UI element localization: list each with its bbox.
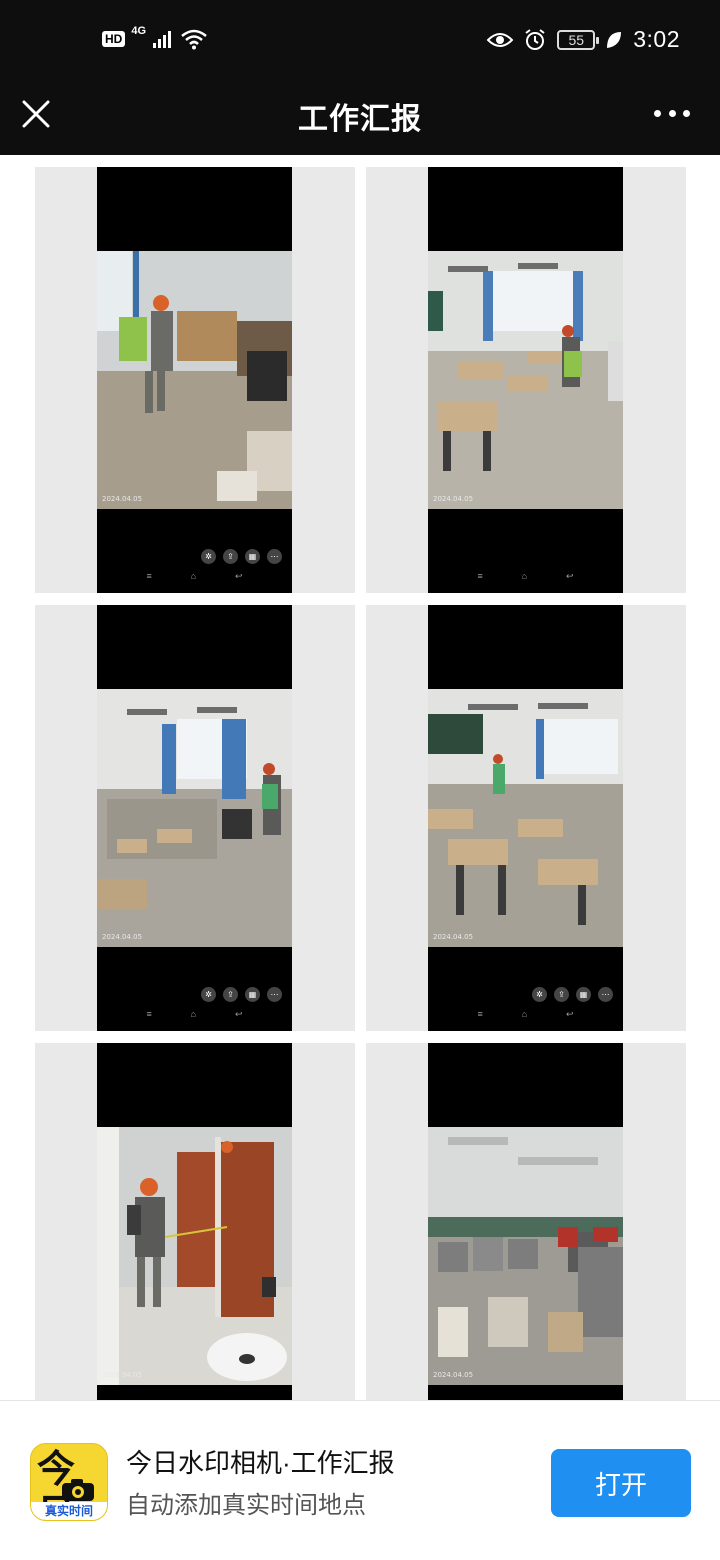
app-promo-banner: 今日 真实时间 今日水印相机·工作汇报 自动添加真实时间地点 打开 <box>0 1400 720 1560</box>
photo-card-4[interactable]: 2024.04.05 ✲ ⇪ ▦ ⋯ ≡ ⌂ ↩ <box>366 605 686 1031</box>
home-icon: ⌂ <box>190 571 197 581</box>
photo-date: 2024.04.05 <box>433 495 474 503</box>
share-icon[interactable]: ⇪ <box>554 987 569 1002</box>
more-dots-icon[interactable]: ⋯ <box>267 549 282 564</box>
system-nav: ≡ ⌂ ↩ <box>97 1009 292 1020</box>
home-icon: ⌂ <box>190 1009 197 1019</box>
edit-icon[interactable]: ✲ <box>201 549 216 564</box>
app-description: 自动添加真实时间地点 <box>126 1492 366 1519</box>
phone-screenshot: 2024.04.05 ≡ ⌂ ↩ <box>428 167 623 593</box>
grid-icon[interactable]: ▦ <box>576 987 591 1002</box>
viewer-toolbar: ✲ ⇪ ▦ ⋯ <box>201 987 282 1002</box>
back-icon: ↩ <box>234 571 243 581</box>
phone-screenshot: 2024.04.05 ✲ ⇪ ▦ ⋯ ≡ ⌂ ↩ <box>428 605 623 1031</box>
system-nav: ≡ ⌂ ↩ <box>428 571 623 582</box>
status-left: HD 4G <box>102 24 208 50</box>
photo-date: 2024.04.05 <box>102 933 143 941</box>
menu-icon: ≡ <box>146 1009 152 1019</box>
edit-icon[interactable]: ✲ <box>532 987 547 1002</box>
hd-badge: HD <box>102 31 126 47</box>
photo-date: 2024.04.05 <box>102 1371 143 1379</box>
app-name: 今日水印相机·工作汇报 <box>126 1448 395 1478</box>
grid-icon[interactable]: ▦ <box>245 549 260 564</box>
clock: 3:02 <box>633 26 680 52</box>
menu-icon: ≡ <box>477 1009 483 1019</box>
system-nav: ≡ ⌂ ↩ <box>97 571 292 582</box>
more-dots-icon[interactable]: ⋯ <box>598 987 613 1002</box>
camera-icon <box>62 1479 94 1501</box>
photo-date: 2024.04.05 <box>102 495 143 503</box>
signal-icon <box>153 31 172 48</box>
page-title: 工作汇报 <box>298 103 422 136</box>
wifi-icon <box>181 29 207 50</box>
more-dots-icon[interactable]: ⋯ <box>267 987 282 1002</box>
photo-date: 2024.04.05 <box>433 1371 474 1379</box>
photo-date: 2024.04.05 <box>433 933 474 941</box>
photo-card-1[interactable]: 2024.04.05 ✲ ⇪ ▦ ⋯ ≡ ⌂ ↩ <box>35 167 355 593</box>
leaf-icon <box>607 31 622 48</box>
menu-icon: ≡ <box>477 571 483 581</box>
alarm-icon <box>525 28 545 50</box>
eye-icon <box>487 32 514 47</box>
share-icon[interactable]: ⇪ <box>223 549 238 564</box>
grid-icon[interactable]: ▦ <box>245 987 260 1002</box>
viewer-toolbar: ✲ ⇪ ▦ ⋯ <box>532 987 613 1002</box>
photo-card-2[interactable]: 2024.04.05 ≡ ⌂ ↩ <box>366 167 686 593</box>
more-icon <box>654 109 661 117</box>
nav-bar: 工作汇报 <box>0 84 720 155</box>
photo-card-6[interactable]: 2024.04.05 <box>366 1043 686 1400</box>
system-nav: ≡ ⌂ ↩ <box>428 1009 623 1020</box>
home-icon: ⌂ <box>521 571 528 581</box>
phone-screenshot: 2024.04.05 ✲ ⇪ ▦ ⋯ ≡ ⌂ ↩ <box>97 167 292 593</box>
back-icon: ↩ <box>565 571 574 581</box>
viewer-toolbar: ✲ ⇪ ▦ ⋯ <box>201 549 282 564</box>
photo-classroom-spraying: 2024.04.05 <box>428 251 623 509</box>
back-icon: ↩ <box>565 1009 574 1019</box>
battery-level: 55 <box>568 31 585 48</box>
more-button[interactable] <box>654 98 690 128</box>
photo-office-spraying: 2024.04.05 <box>97 251 292 509</box>
battery-indicator: 55 <box>557 29 600 50</box>
phone-screenshot: 2024.04.05 ✲ ⇪ ▦ ⋯ ≡ ⌂ ↩ <box>97 605 292 1031</box>
network-type: 4G <box>131 24 147 37</box>
photo-restroom-spraying: 2024.04.05 <box>97 1127 292 1385</box>
logo-subtitle: 真实时间 <box>31 1502 107 1520</box>
photo-classroom-spraying: 2024.04.05 <box>97 689 292 947</box>
status-right: 55 3:02 <box>487 26 680 53</box>
photo-card-5[interactable]: 2024.04.05 <box>35 1043 355 1400</box>
phone-screenshot: 2024.04.05 <box>97 1043 292 1400</box>
back-icon: ↩ <box>234 1009 243 1019</box>
menu-icon: ≡ <box>146 571 152 581</box>
home-icon: ⌂ <box>521 1009 528 1019</box>
photo-classroom-spraying: 2024.04.05 <box>428 689 623 947</box>
photo-card-3[interactable]: 2024.04.05 ✲ ⇪ ▦ ⋯ ≡ ⌂ ↩ <box>35 605 355 1031</box>
open-app-button[interactable]: 打开 <box>551 1449 691 1517</box>
phone-screenshot: 2024.04.05 <box>428 1043 623 1400</box>
app-logo: 今日 真实时间 <box>30 1443 108 1521</box>
photo-grid: 2024.04.05 ✲ ⇪ ▦ ⋯ ≡ ⌂ ↩ 2024.04.05 ≡ ⌂ … <box>0 155 720 1400</box>
photo-storage-room: 2024.04.05 <box>428 1127 623 1385</box>
edit-icon[interactable]: ✲ <box>201 987 216 1002</box>
status-bar: HD 4G 55 3:02 <box>0 0 720 84</box>
share-icon[interactable]: ⇪ <box>223 987 238 1002</box>
